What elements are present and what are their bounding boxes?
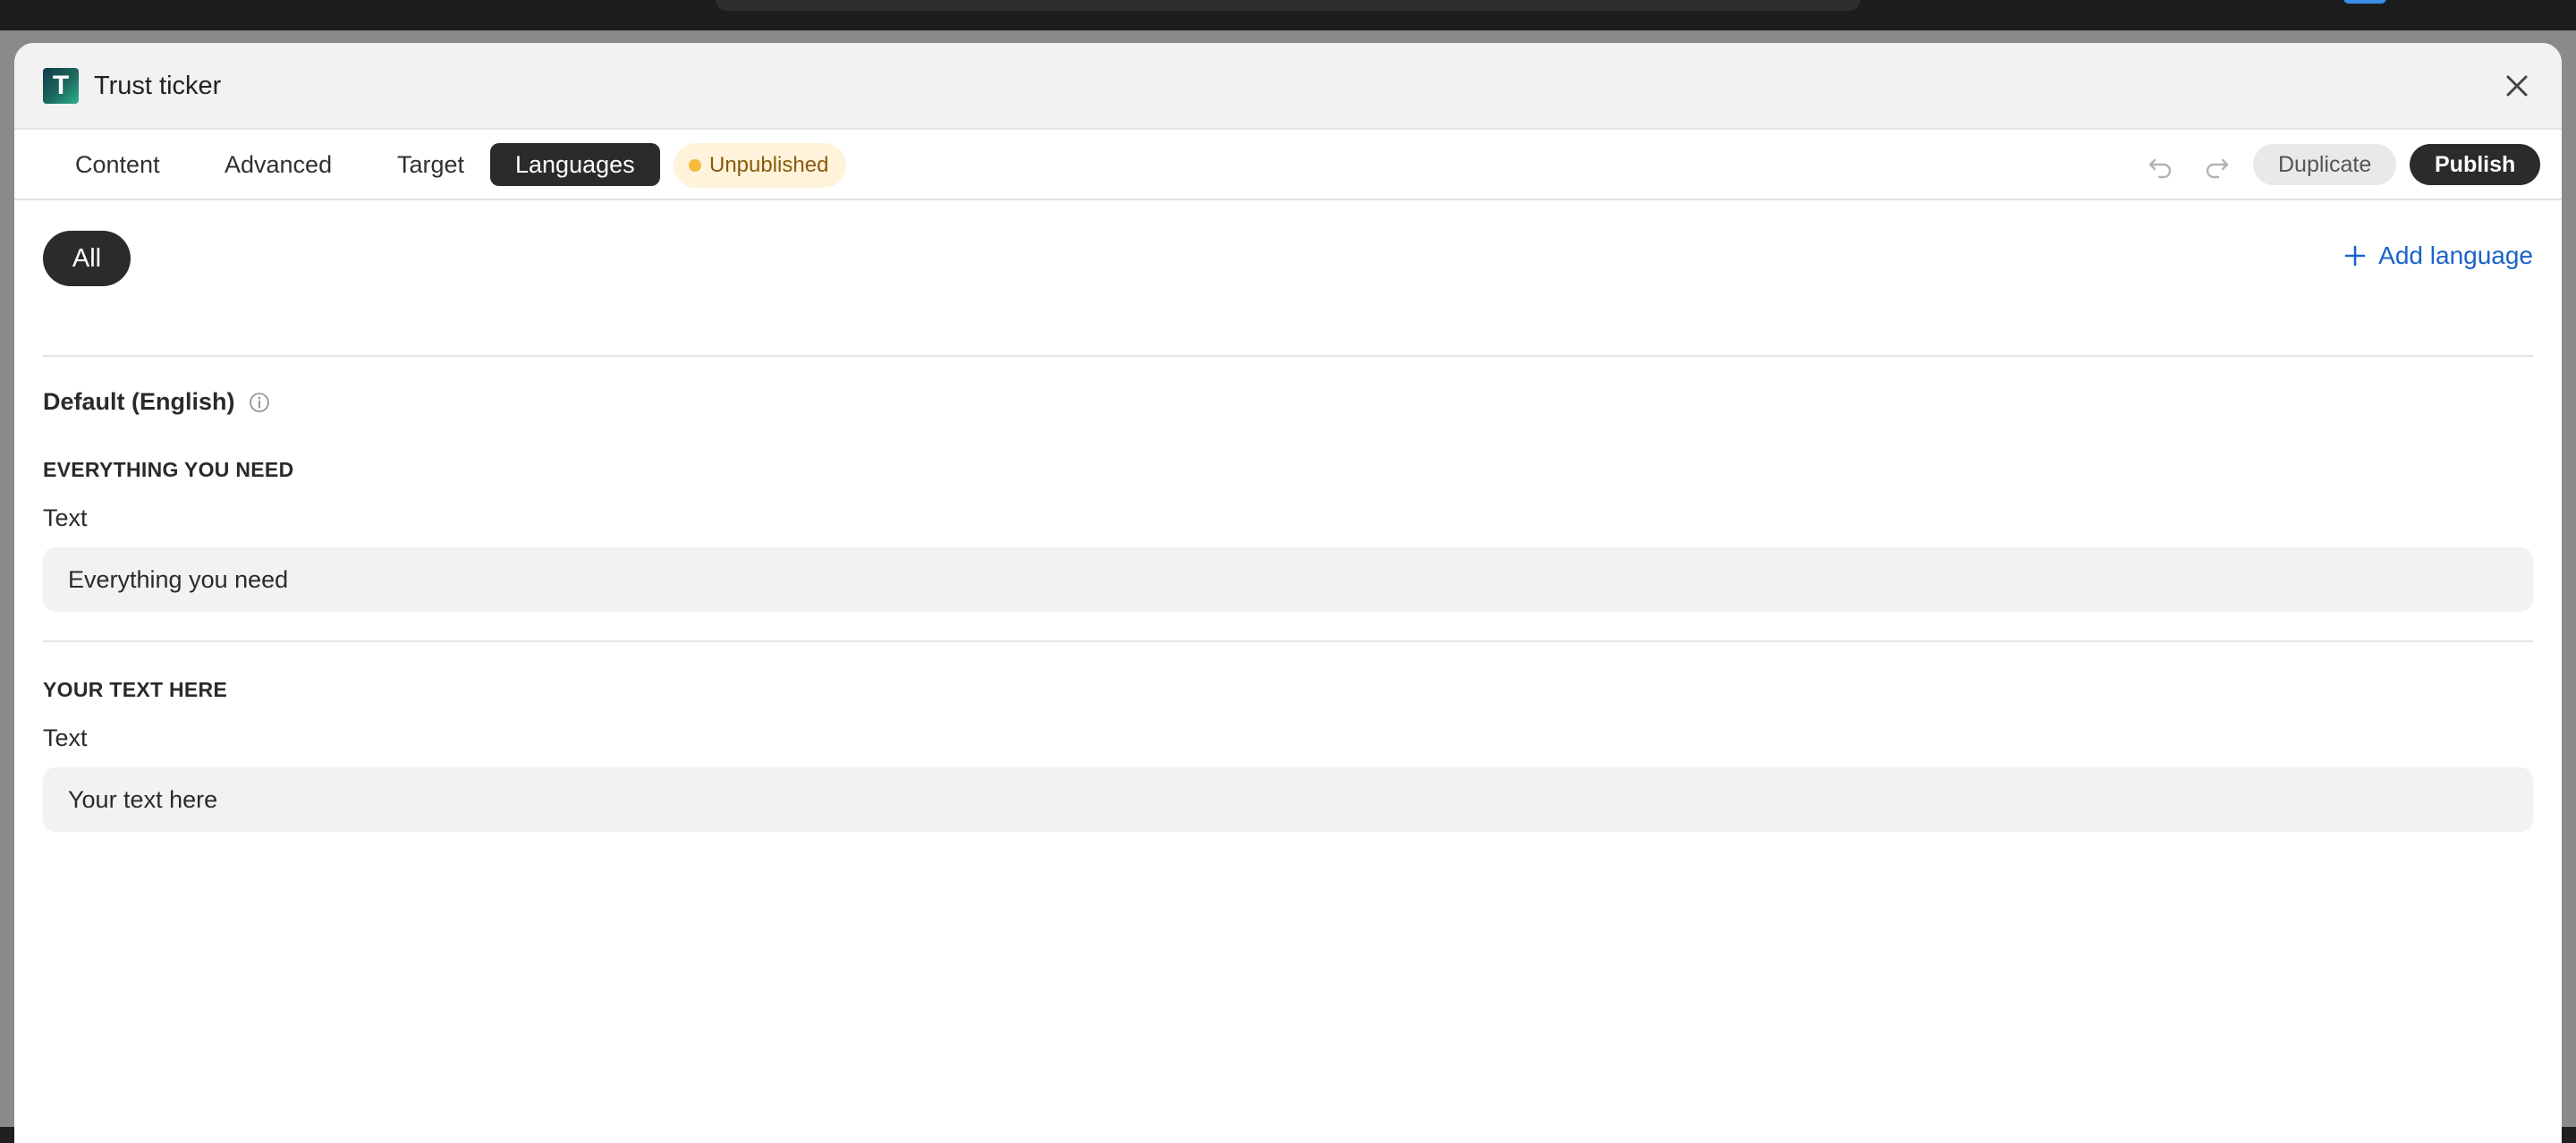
redo-button[interactable] [2199,148,2234,183]
undo-icon [2148,158,2172,179]
publish-button[interactable]: Publish [2410,144,2541,185]
filter-all-chip[interactable]: All [43,231,131,286]
section-heading: YOUR TEXT HERE [43,678,228,701]
text-input[interactable] [43,547,2533,612]
editor-modal: T Trust ticker Content Advanced Target L… [14,43,2562,1143]
tab-languages[interactable]: Languages [490,143,660,186]
text-input[interactable] [43,767,2533,832]
app-logo-letter: T [52,71,70,100]
modal-header: T Trust ticker [14,43,2562,130]
languages-panel: All Add language Default (English) EVERY… [43,200,2533,1095]
tab-content[interactable]: Content [50,143,185,186]
top-badge[interactable] [2343,0,2386,4]
close-icon [2506,75,2528,97]
field-label: Text [43,724,88,751]
plus-icon [2344,245,2366,267]
tabs-bar: Content Advanced Target Languages Unpubl… [14,130,2562,200]
status-badge: Unpublished [674,143,847,188]
modal-title: Trust ticker [94,72,222,100]
duplicate-button[interactable]: Duplicate [2253,144,2397,185]
add-language-button[interactable]: Add language [2344,238,2533,274]
redo-icon [2206,158,2229,179]
status-label: Unpublished [709,153,829,177]
divider [43,355,2533,357]
undo-button[interactable] [2143,148,2179,183]
tab-target[interactable]: Target [372,143,489,186]
top-search-bar[interactable] [716,0,1860,11]
close-button[interactable] [2497,66,2537,106]
section-heading: EVERYTHING YOU NEED [43,458,294,481]
info-icon[interactable] [249,392,270,413]
app-logo: T [43,68,79,104]
divider [43,640,2533,642]
add-language-label: Add language [2378,241,2533,269]
field-label: Text [43,504,88,531]
default-language-text: Default (English) [43,388,235,415]
tab-advanced[interactable]: Advanced [199,143,357,186]
status-dot-icon [689,159,701,172]
browser-top-bar [0,0,2576,30]
default-language-label: Default (English) [43,386,270,417]
